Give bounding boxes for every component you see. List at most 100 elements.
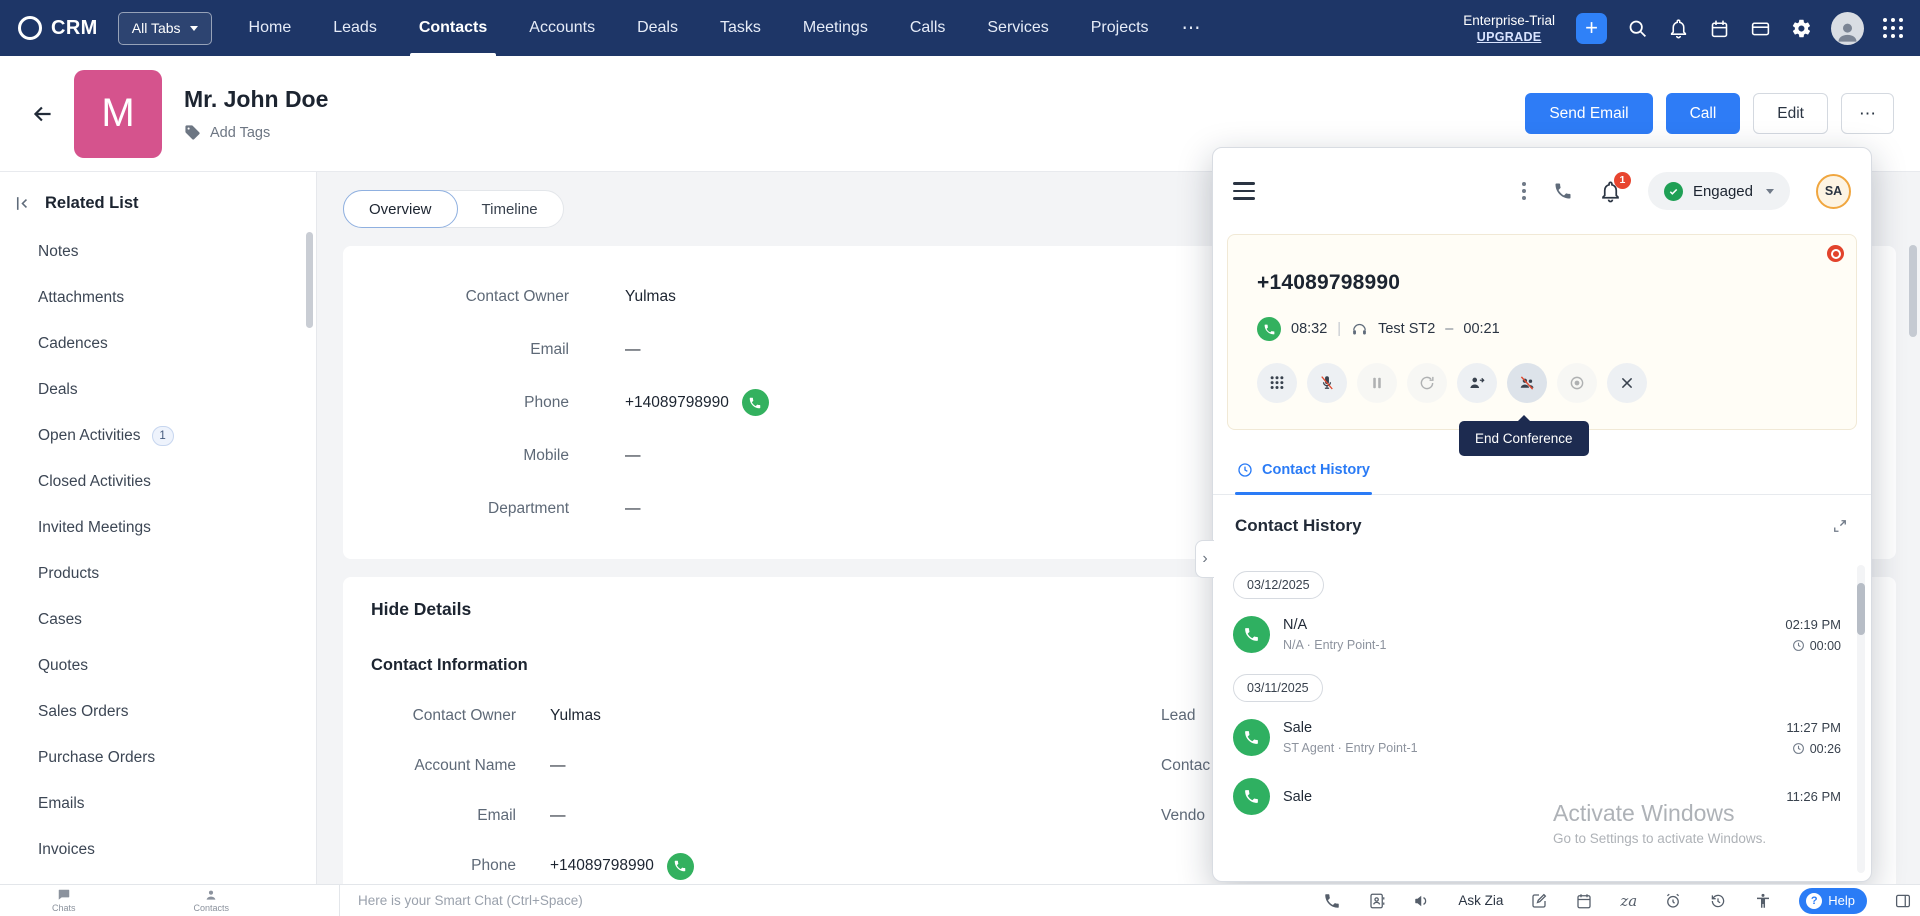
history-call-item[interactable]: SaleST Agent · Entry Point-111:27 PM00:2… bbox=[1233, 708, 1841, 767]
announcement-icon[interactable] bbox=[1413, 892, 1431, 910]
widget-collapse-button[interactable]: › bbox=[1195, 540, 1214, 578]
sidebar-scrollbar[interactable] bbox=[306, 232, 313, 328]
zia-signature-icon[interactable]: za bbox=[1620, 892, 1637, 910]
sidebar-item-attachments[interactable]: Attachments bbox=[0, 275, 316, 321]
history-call-duration: 00:26 bbox=[1786, 742, 1841, 756]
agent-status-dropdown[interactable]: Engaged bbox=[1648, 172, 1790, 210]
dialer-phone-icon[interactable] bbox=[1553, 181, 1573, 201]
history-call-info: SaleST Agent · Entry Point-1 bbox=[1283, 720, 1418, 755]
calendar-icon[interactable] bbox=[1575, 892, 1593, 910]
separator: | bbox=[1337, 321, 1341, 337]
record-more-button[interactable]: ⋯ bbox=[1841, 93, 1894, 134]
history-icon[interactable] bbox=[1709, 892, 1727, 910]
history-scrollbar[interactable] bbox=[1857, 565, 1865, 873]
collapse-panel-icon[interactable] bbox=[13, 194, 32, 213]
sidebar-item-quotes[interactable]: Quotes bbox=[0, 643, 316, 689]
nav-item-home[interactable]: Home bbox=[228, 0, 313, 56]
nav-item-deals[interactable]: Deals bbox=[616, 0, 699, 56]
notification-count-badge: 1 bbox=[1614, 172, 1631, 189]
compose-icon[interactable] bbox=[1530, 892, 1548, 910]
agent-avatar[interactable]: SA bbox=[1816, 174, 1851, 209]
dialpad-button[interactable] bbox=[1257, 363, 1297, 403]
transfer-button[interactable] bbox=[1457, 363, 1497, 403]
sidebar-item-products[interactable]: Products bbox=[0, 551, 316, 597]
history-call-subtitle: ST Agent · Entry Point-1 bbox=[1283, 741, 1418, 755]
expand-icon[interactable] bbox=[1831, 517, 1849, 535]
chevron-down-icon bbox=[190, 26, 198, 31]
alarm-icon[interactable] bbox=[1664, 892, 1682, 910]
widget-notifications-icon[interactable]: 1 bbox=[1599, 180, 1622, 203]
sidebar-item-open-activities[interactable]: Open Activities1 bbox=[0, 413, 316, 459]
send-email-button[interactable]: Send Email bbox=[1525, 93, 1652, 134]
sidebar-item-cadences[interactable]: Cadences bbox=[0, 321, 316, 367]
upgrade-link[interactable]: UPGRADE bbox=[1463, 30, 1555, 44]
page-scrollbar[interactable] bbox=[1909, 245, 1917, 337]
conference-button[interactable] bbox=[1507, 363, 1547, 403]
all-tabs-dropdown[interactable]: All Tabs bbox=[118, 12, 212, 45]
sidebar-item-invited-meetings[interactable]: Invited Meetings bbox=[0, 505, 316, 551]
nav-item-tasks[interactable]: Tasks bbox=[699, 0, 782, 56]
sidebar-item-label: Quotes bbox=[38, 656, 88, 676]
chats-dock-button[interactable]: Chats bbox=[52, 888, 76, 913]
nav-item-meetings[interactable]: Meetings bbox=[782, 0, 889, 56]
menu-hamburger-icon[interactable] bbox=[1233, 182, 1255, 200]
field-value: Yulmas bbox=[625, 288, 676, 306]
related-list-items: NotesAttachmentsCadences Deals Open Activi… bbox=[0, 229, 316, 884]
tab-contact-history[interactable]: Contact History bbox=[1235, 462, 1372, 494]
contacts-dock-button[interactable]: Contacts bbox=[194, 888, 230, 913]
sidebar-item-invoices[interactable]: Invoices bbox=[0, 827, 316, 873]
edit-button[interactable]: Edit bbox=[1753, 93, 1828, 134]
history-call-item[interactable]: Sale11:26 PM bbox=[1233, 767, 1841, 826]
tab-timeline[interactable]: Timeline bbox=[457, 190, 563, 228]
address-book-icon[interactable] bbox=[1368, 892, 1386, 910]
sidebar-item-emails[interactable]: Emails bbox=[0, 781, 316, 827]
search-icon[interactable] bbox=[1626, 17, 1648, 39]
nav-item-contacts[interactable]: Contacts bbox=[398, 0, 508, 56]
call-duration: 08:32 bbox=[1291, 321, 1327, 337]
call-controls bbox=[1257, 363, 1838, 403]
sidebar-item-purchase-orders[interactable]: Purchase Orders bbox=[0, 735, 316, 781]
billing-icon[interactable] bbox=[1749, 17, 1771, 39]
help-button[interactable]: ? Help bbox=[1799, 888, 1867, 914]
contact-history-list: 03/12/2025N/AN/A · Entry Point-102:19 PM… bbox=[1213, 557, 1871, 881]
settings-gear-icon[interactable] bbox=[1790, 17, 1812, 39]
calendar-icon[interactable] bbox=[1708, 17, 1730, 39]
sidebar-item-cases[interactable]: Cases bbox=[0, 597, 316, 643]
accessibility-icon[interactable] bbox=[1754, 892, 1772, 910]
kebab-menu-icon[interactable] bbox=[1521, 181, 1527, 201]
back-button[interactable] bbox=[26, 97, 60, 131]
user-avatar[interactable] bbox=[1831, 12, 1864, 45]
nav-item-calls[interactable]: Calls bbox=[889, 0, 967, 56]
field-value-text: +14089798990 bbox=[625, 394, 729, 412]
ask-zia-button[interactable]: Ask Zia bbox=[1458, 893, 1503, 908]
nav-more-button[interactable]: ⋯ bbox=[1170, 17, 1213, 40]
sidebar-item-sales-orders[interactable]: Sales Orders bbox=[0, 689, 316, 735]
sidebar-item-deals[interactable]: Deals bbox=[0, 367, 316, 413]
smart-chat-input[interactable] bbox=[356, 892, 780, 909]
mute-button[interactable] bbox=[1307, 363, 1347, 403]
sidebar-item-label: Purchase Orders bbox=[38, 748, 155, 768]
nav-item-leads[interactable]: Leads bbox=[312, 0, 398, 56]
add-tags-button[interactable]: Add Tags bbox=[184, 124, 328, 141]
nav-item-services[interactable]: Services bbox=[966, 0, 1069, 56]
nav-item-projects[interactable]: Projects bbox=[1070, 0, 1170, 56]
call-button[interactable]: Call bbox=[1666, 93, 1741, 134]
sidebar-item-campaigns[interactable]: Campaigns bbox=[0, 873, 316, 884]
dialpad-icon bbox=[1268, 374, 1286, 392]
app-grid-icon[interactable] bbox=[1883, 18, 1904, 39]
field-value-text: — bbox=[550, 757, 566, 775]
quick-add-button[interactable]: + bbox=[1576, 13, 1607, 44]
nav-item-accounts[interactable]: Accounts bbox=[508, 0, 616, 56]
end-call-button[interactable] bbox=[1607, 363, 1647, 403]
field-value-text: — bbox=[625, 500, 641, 518]
side-panel-icon[interactable] bbox=[1894, 892, 1912, 910]
history-call-item[interactable]: N/AN/A · Entry Point-102:19 PM00:00 bbox=[1233, 605, 1841, 664]
tab-overview[interactable]: Overview bbox=[343, 190, 458, 228]
phone-icon[interactable] bbox=[1323, 892, 1341, 910]
sidebar-item-notes[interactable]: Notes bbox=[0, 229, 316, 275]
phone-call-icon[interactable] bbox=[742, 389, 769, 416]
notifications-bell-icon[interactable] bbox=[1667, 17, 1689, 39]
sidebar-item-label: Deals bbox=[38, 380, 78, 400]
sidebar-item-closed-activities[interactable]: Closed Activities bbox=[0, 459, 316, 505]
phone-call-icon[interactable] bbox=[667, 853, 694, 880]
